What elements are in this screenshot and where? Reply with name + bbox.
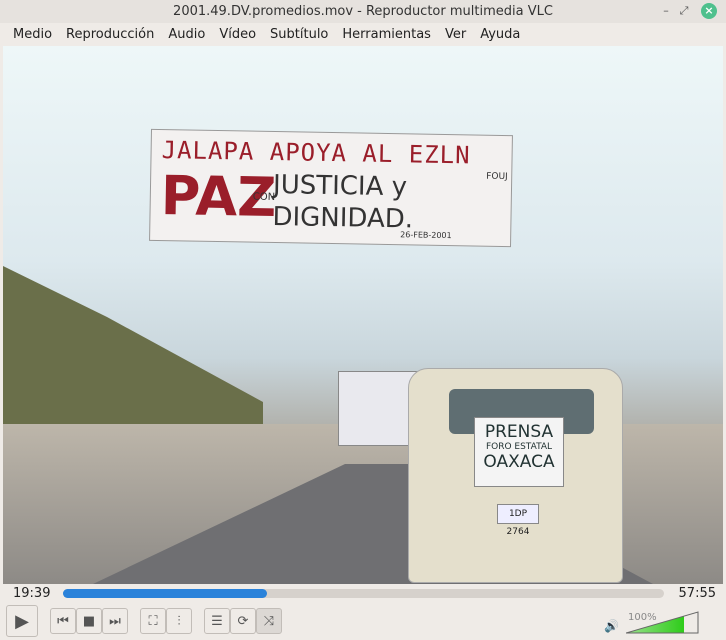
banner-fouj: FOUJ	[486, 171, 508, 183]
shuffle-button[interactable]: ⤨	[256, 608, 282, 634]
stop-icon: ■	[82, 613, 96, 629]
play-icon: ▶	[15, 610, 29, 632]
banner: JALAPA APOYA AL EZLN PAZ CON JUSTICIA y …	[149, 128, 513, 248]
banner-dignidad: DIGNIDAD.	[272, 201, 414, 235]
shuffle-icon: ⤨	[263, 613, 275, 629]
menu-ayuda[interactable]: Ayuda	[473, 23, 527, 46]
press-sign: PRENSA FORO ESTATAL OAXACA	[474, 417, 564, 487]
stop-button[interactable]: ■	[76, 608, 102, 634]
license-plate: 1DP 2764	[497, 504, 539, 537]
banner-justicia: JUSTICIA y	[272, 169, 408, 203]
title-bar: 2001.49.DV.promedios.mov - Reproductor m…	[0, 0, 726, 23]
menu-subtitulo[interactable]: Subtítulo	[263, 23, 335, 46]
next-button[interactable]: ⏭	[102, 608, 128, 634]
previous-icon: ⏮	[57, 613, 69, 629]
menu-herramientas[interactable]: Herramientas	[335, 23, 438, 46]
sign-top: PRENSA	[484, 422, 554, 442]
playlist-button[interactable]: ☰	[204, 608, 230, 634]
loop-button[interactable]: ⟳	[230, 608, 256, 634]
sign-mid: FORO ESTATAL	[485, 442, 553, 452]
speaker-icon[interactable]: 🔊	[604, 619, 619, 633]
menu-ver[interactable]: Ver	[438, 23, 473, 46]
van: PRENSA FORO ESTATAL OAXACA 1DP 2764	[408, 368, 623, 583]
extended-settings-button[interactable]: ⫶	[166, 608, 192, 634]
next-icon: ⏭	[109, 613, 121, 629]
fullscreen-button[interactable]: ⛶	[140, 608, 166, 634]
previous-button[interactable]: ⏮	[50, 608, 76, 634]
menu-medio[interactable]: Medio	[6, 23, 59, 46]
volume-slider[interactable]	[626, 611, 700, 634]
hill	[3, 266, 263, 436]
equalizer-icon: ⫶	[177, 613, 181, 629]
banner-date: 26-FEB-2001	[400, 230, 452, 241]
menu-reproduccion[interactable]: Reproducción	[59, 23, 161, 46]
maximize-icon[interactable]: ⤢	[676, 3, 692, 19]
menu-audio[interactable]: Audio	[161, 23, 212, 46]
seek-slider[interactable]	[63, 589, 664, 598]
total-time[interactable]: 57:55	[679, 586, 716, 601]
video-area[interactable]: JALAPA APOYA AL EZLN PAZ CON JUSTICIA y …	[3, 46, 723, 584]
seek-row: 19:39 57:55	[0, 584, 726, 604]
menu-bar: Medio Reproducción Audio Vídeo Subtítulo…	[0, 23, 726, 46]
playlist-icon: ☰	[211, 613, 223, 629]
sign-bottom: OAXACA	[483, 452, 555, 472]
window-title: 2001.49.DV.promedios.mov - Reproductor m…	[173, 4, 553, 19]
menu-video[interactable]: Vídeo	[212, 23, 263, 46]
minimize-icon[interactable]: –	[658, 3, 674, 19]
seek-progress	[63, 589, 267, 598]
loop-icon: ⟳	[237, 613, 249, 629]
elapsed-time: 19:39	[13, 586, 51, 601]
play-button[interactable]: ▶	[6, 605, 38, 637]
close-icon[interactable]: ×	[701, 3, 717, 19]
fullscreen-icon: ⛶	[148, 613, 158, 629]
